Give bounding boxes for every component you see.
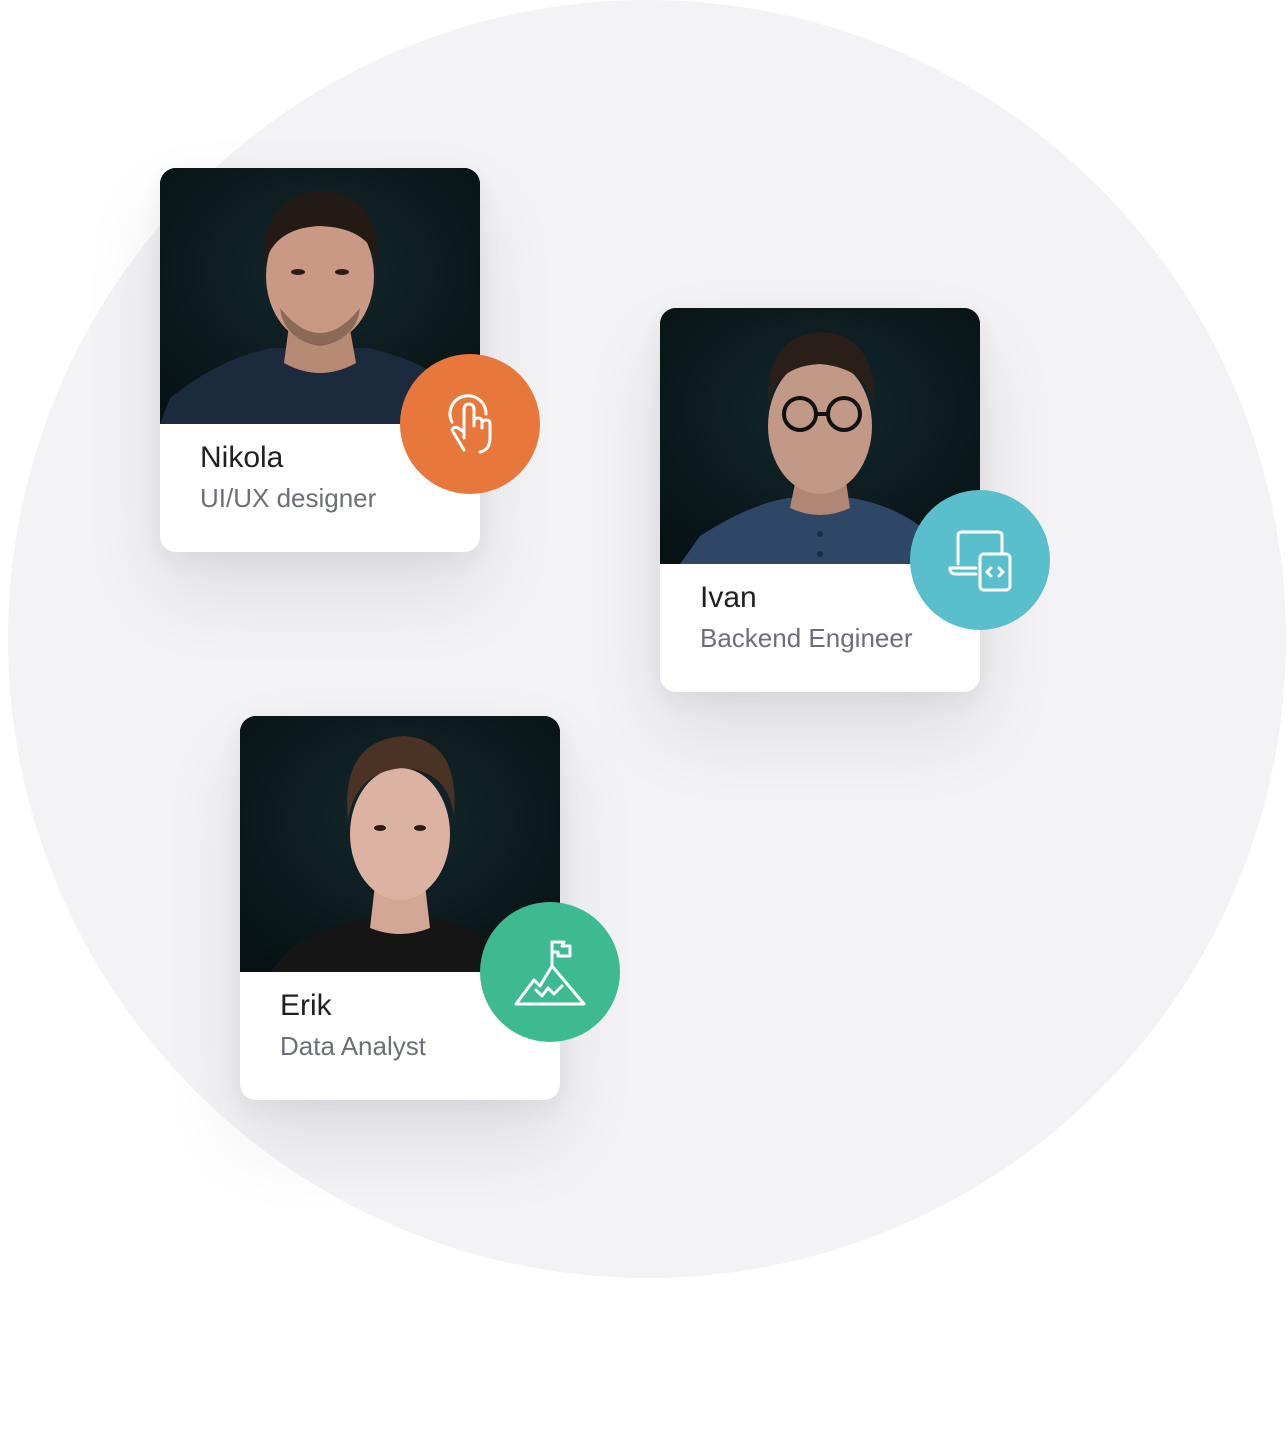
laptop-code-icon — [948, 530, 1012, 592]
member-card-nikola: Nikola UI/UX designer — [160, 168, 480, 552]
mountain-flag-icon — [514, 940, 586, 1006]
member-role: Data Analyst — [280, 1031, 426, 1061]
member-name: Erik — [280, 989, 332, 1022]
laptop-code-badge — [910, 490, 1050, 630]
team-illustration: Nikola UI/UX designer Ivan Backend Engin… — [0, 0, 1288, 1432]
member-card-erik: Erik Data Analyst — [240, 716, 560, 1100]
touch-pointer-icon — [448, 394, 492, 454]
member-role: UI/UX designer — [200, 483, 377, 513]
touch-pointer-badge — [400, 354, 540, 494]
member-name: Ivan — [700, 581, 757, 614]
member-role: Backend Engineer — [700, 623, 913, 653]
member-card-ivan: Ivan Backend Engineer — [660, 308, 980, 692]
mountain-flag-badge — [480, 902, 620, 1042]
member-name: Nikola — [200, 441, 284, 474]
